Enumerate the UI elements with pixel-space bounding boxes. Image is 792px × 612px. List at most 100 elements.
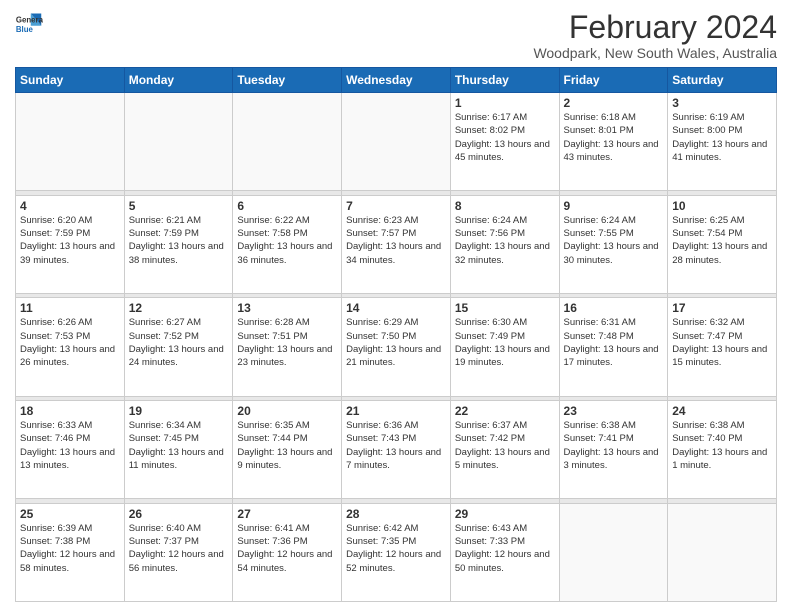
day-detail: Sunrise: 6:29 AM Sunset: 7:50 PM Dayligh…: [346, 316, 446, 369]
calendar-cell: 19Sunrise: 6:34 AM Sunset: 7:45 PM Dayli…: [124, 401, 233, 499]
day-number: 7: [346, 199, 446, 213]
day-detail: Sunrise: 6:24 AM Sunset: 7:56 PM Dayligh…: [455, 214, 555, 267]
calendar-cell: 2Sunrise: 6:18 AM Sunset: 8:01 PM Daylig…: [559, 93, 668, 191]
calendar-cell: [16, 93, 125, 191]
header-row: Sunday Monday Tuesday Wednesday Thursday…: [16, 68, 777, 93]
day-detail: Sunrise: 6:28 AM Sunset: 7:51 PM Dayligh…: [237, 316, 337, 369]
title-area: February 2024 Woodpark, New South Wales,…: [533, 10, 777, 61]
day-number: 1: [455, 96, 555, 110]
calendar-cell: 21Sunrise: 6:36 AM Sunset: 7:43 PM Dayli…: [342, 401, 451, 499]
day-detail: Sunrise: 6:30 AM Sunset: 7:49 PM Dayligh…: [455, 316, 555, 369]
calendar-cell: [559, 503, 668, 601]
calendar-cell: 8Sunrise: 6:24 AM Sunset: 7:56 PM Daylig…: [450, 195, 559, 293]
day-number: 10: [672, 199, 772, 213]
month-title: February 2024: [533, 10, 777, 45]
day-detail: Sunrise: 6:19 AM Sunset: 8:00 PM Dayligh…: [672, 111, 772, 164]
svg-text:Blue: Blue: [16, 25, 34, 34]
calendar: Sunday Monday Tuesday Wednesday Thursday…: [15, 67, 777, 602]
day-number: 29: [455, 507, 555, 521]
day-number: 5: [129, 199, 229, 213]
calendar-cell: 6Sunrise: 6:22 AM Sunset: 7:58 PM Daylig…: [233, 195, 342, 293]
calendar-cell: 5Sunrise: 6:21 AM Sunset: 7:59 PM Daylig…: [124, 195, 233, 293]
svg-text:General: General: [16, 15, 43, 24]
calendar-cell: 16Sunrise: 6:31 AM Sunset: 7:48 PM Dayli…: [559, 298, 668, 396]
day-detail: Sunrise: 6:23 AM Sunset: 7:57 PM Dayligh…: [346, 214, 446, 267]
header: General Blue February 2024 Woodpark, New…: [15, 10, 777, 61]
page: General Blue February 2024 Woodpark, New…: [0, 0, 792, 612]
calendar-cell: 28Sunrise: 6:42 AM Sunset: 7:35 PM Dayli…: [342, 503, 451, 601]
day-number: 23: [564, 404, 664, 418]
day-number: 13: [237, 301, 337, 315]
calendar-cell: 4Sunrise: 6:20 AM Sunset: 7:59 PM Daylig…: [16, 195, 125, 293]
day-detail: Sunrise: 6:39 AM Sunset: 7:38 PM Dayligh…: [20, 522, 120, 575]
day-detail: Sunrise: 6:25 AM Sunset: 7:54 PM Dayligh…: [672, 214, 772, 267]
calendar-cell: 13Sunrise: 6:28 AM Sunset: 7:51 PM Dayli…: [233, 298, 342, 396]
day-detail: Sunrise: 6:40 AM Sunset: 7:37 PM Dayligh…: [129, 522, 229, 575]
day-detail: Sunrise: 6:18 AM Sunset: 8:01 PM Dayligh…: [564, 111, 664, 164]
day-detail: Sunrise: 6:38 AM Sunset: 7:40 PM Dayligh…: [672, 419, 772, 472]
calendar-cell: 18Sunrise: 6:33 AM Sunset: 7:46 PM Dayli…: [16, 401, 125, 499]
day-detail: Sunrise: 6:32 AM Sunset: 7:47 PM Dayligh…: [672, 316, 772, 369]
day-number: 14: [346, 301, 446, 315]
day-number: 28: [346, 507, 446, 521]
calendar-cell: 12Sunrise: 6:27 AM Sunset: 7:52 PM Dayli…: [124, 298, 233, 396]
calendar-cell: 27Sunrise: 6:41 AM Sunset: 7:36 PM Dayli…: [233, 503, 342, 601]
day-number: 21: [346, 404, 446, 418]
day-detail: Sunrise: 6:34 AM Sunset: 7:45 PM Dayligh…: [129, 419, 229, 472]
day-number: 17: [672, 301, 772, 315]
day-number: 2: [564, 96, 664, 110]
location-title: Woodpark, New South Wales, Australia: [533, 45, 777, 61]
calendar-cell: 3Sunrise: 6:19 AM Sunset: 8:00 PM Daylig…: [668, 93, 777, 191]
col-thursday: Thursday: [450, 68, 559, 93]
calendar-cell: 7Sunrise: 6:23 AM Sunset: 7:57 PM Daylig…: [342, 195, 451, 293]
day-detail: Sunrise: 6:33 AM Sunset: 7:46 PM Dayligh…: [20, 419, 120, 472]
day-detail: Sunrise: 6:22 AM Sunset: 7:58 PM Dayligh…: [237, 214, 337, 267]
calendar-cell: 11Sunrise: 6:26 AM Sunset: 7:53 PM Dayli…: [16, 298, 125, 396]
day-detail: Sunrise: 6:31 AM Sunset: 7:48 PM Dayligh…: [564, 316, 664, 369]
day-number: 3: [672, 96, 772, 110]
calendar-cell: 1Sunrise: 6:17 AM Sunset: 8:02 PM Daylig…: [450, 93, 559, 191]
day-detail: Sunrise: 6:26 AM Sunset: 7:53 PM Dayligh…: [20, 316, 120, 369]
col-wednesday: Wednesday: [342, 68, 451, 93]
day-detail: Sunrise: 6:20 AM Sunset: 7:59 PM Dayligh…: [20, 214, 120, 267]
calendar-cell: 24Sunrise: 6:38 AM Sunset: 7:40 PM Dayli…: [668, 401, 777, 499]
day-detail: Sunrise: 6:35 AM Sunset: 7:44 PM Dayligh…: [237, 419, 337, 472]
day-number: 26: [129, 507, 229, 521]
day-number: 27: [237, 507, 337, 521]
day-number: 4: [20, 199, 120, 213]
day-detail: Sunrise: 6:24 AM Sunset: 7:55 PM Dayligh…: [564, 214, 664, 267]
day-detail: Sunrise: 6:17 AM Sunset: 8:02 PM Dayligh…: [455, 111, 555, 164]
col-friday: Friday: [559, 68, 668, 93]
calendar-cell: 20Sunrise: 6:35 AM Sunset: 7:44 PM Dayli…: [233, 401, 342, 499]
day-detail: Sunrise: 6:37 AM Sunset: 7:42 PM Dayligh…: [455, 419, 555, 472]
day-detail: Sunrise: 6:43 AM Sunset: 7:33 PM Dayligh…: [455, 522, 555, 575]
day-number: 16: [564, 301, 664, 315]
day-number: 12: [129, 301, 229, 315]
logo-icon: General Blue: [15, 10, 43, 38]
day-number: 11: [20, 301, 120, 315]
day-number: 22: [455, 404, 555, 418]
day-detail: Sunrise: 6:36 AM Sunset: 7:43 PM Dayligh…: [346, 419, 446, 472]
calendar-cell: [124, 93, 233, 191]
day-detail: Sunrise: 6:21 AM Sunset: 7:59 PM Dayligh…: [129, 214, 229, 267]
logo-area: General Blue: [15, 10, 43, 38]
col-tuesday: Tuesday: [233, 68, 342, 93]
day-number: 18: [20, 404, 120, 418]
calendar-cell: 22Sunrise: 6:37 AM Sunset: 7:42 PM Dayli…: [450, 401, 559, 499]
day-number: 6: [237, 199, 337, 213]
day-number: 25: [20, 507, 120, 521]
calendar-cell: 23Sunrise: 6:38 AM Sunset: 7:41 PM Dayli…: [559, 401, 668, 499]
day-detail: Sunrise: 6:41 AM Sunset: 7:36 PM Dayligh…: [237, 522, 337, 575]
day-number: 19: [129, 404, 229, 418]
calendar-cell: 14Sunrise: 6:29 AM Sunset: 7:50 PM Dayli…: [342, 298, 451, 396]
calendar-cell: 10Sunrise: 6:25 AM Sunset: 7:54 PM Dayli…: [668, 195, 777, 293]
day-number: 8: [455, 199, 555, 213]
calendar-cell: 26Sunrise: 6:40 AM Sunset: 7:37 PM Dayli…: [124, 503, 233, 601]
day-detail: Sunrise: 6:38 AM Sunset: 7:41 PM Dayligh…: [564, 419, 664, 472]
day-detail: Sunrise: 6:27 AM Sunset: 7:52 PM Dayligh…: [129, 316, 229, 369]
calendar-cell: [668, 503, 777, 601]
day-detail: Sunrise: 6:42 AM Sunset: 7:35 PM Dayligh…: [346, 522, 446, 575]
col-monday: Monday: [124, 68, 233, 93]
calendar-cell: 15Sunrise: 6:30 AM Sunset: 7:49 PM Dayli…: [450, 298, 559, 396]
calendar-cell: [233, 93, 342, 191]
